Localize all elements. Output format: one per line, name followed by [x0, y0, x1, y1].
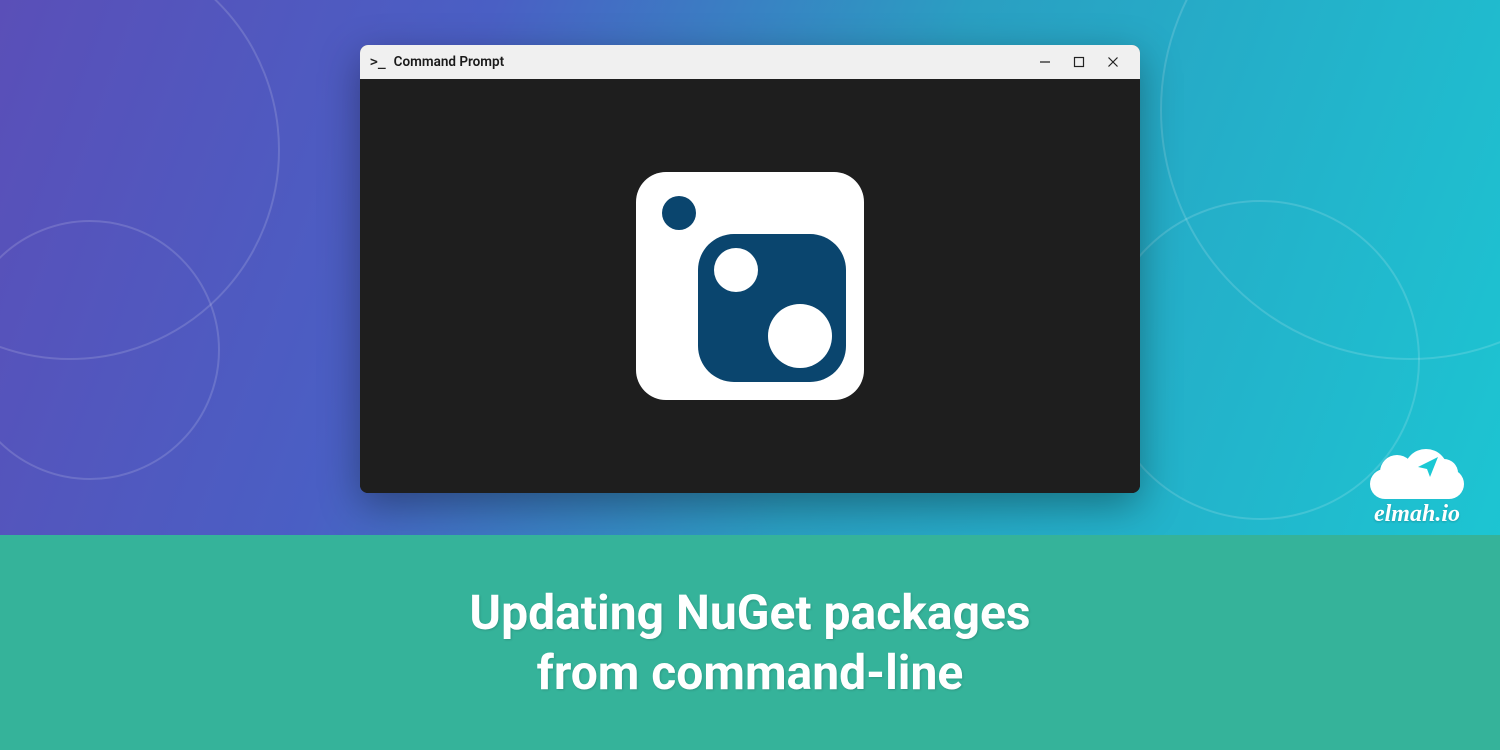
brand-name: elmah.io [1374, 501, 1460, 528]
maximize-button[interactable] [1062, 45, 1096, 79]
title-banner: Updating NuGet packages from command-lin… [0, 535, 1500, 750]
titlebar-controls [1028, 45, 1130, 79]
window-title: Command Prompt [394, 54, 505, 70]
paper-plane-icon [1416, 455, 1440, 479]
terminal-body [360, 79, 1140, 493]
command-prompt-window: >_ Command Prompt [360, 45, 1140, 493]
close-button[interactable] [1096, 45, 1130, 79]
nuget-logo-dot [662, 196, 696, 230]
hero-background: >_ Command Prompt [0, 0, 1500, 750]
nuget-logo-square [698, 234, 846, 382]
terminal-icon: >_ [370, 55, 386, 70]
nuget-logo-inner-dot [768, 304, 832, 368]
nuget-logo [636, 172, 864, 400]
cloud-icon [1370, 449, 1464, 499]
minimize-button[interactable] [1028, 45, 1062, 79]
page-title: Updating NuGet packages from command-lin… [469, 583, 1030, 703]
title-line-2: from command-line [537, 644, 964, 701]
title-line-1: Updating NuGet packages [469, 584, 1030, 641]
nuget-logo-inner-dot [714, 248, 758, 292]
brand-logo: elmah.io [1352, 442, 1482, 528]
window-titlebar: >_ Command Prompt [360, 45, 1140, 79]
titlebar-left: >_ Command Prompt [370, 54, 504, 70]
